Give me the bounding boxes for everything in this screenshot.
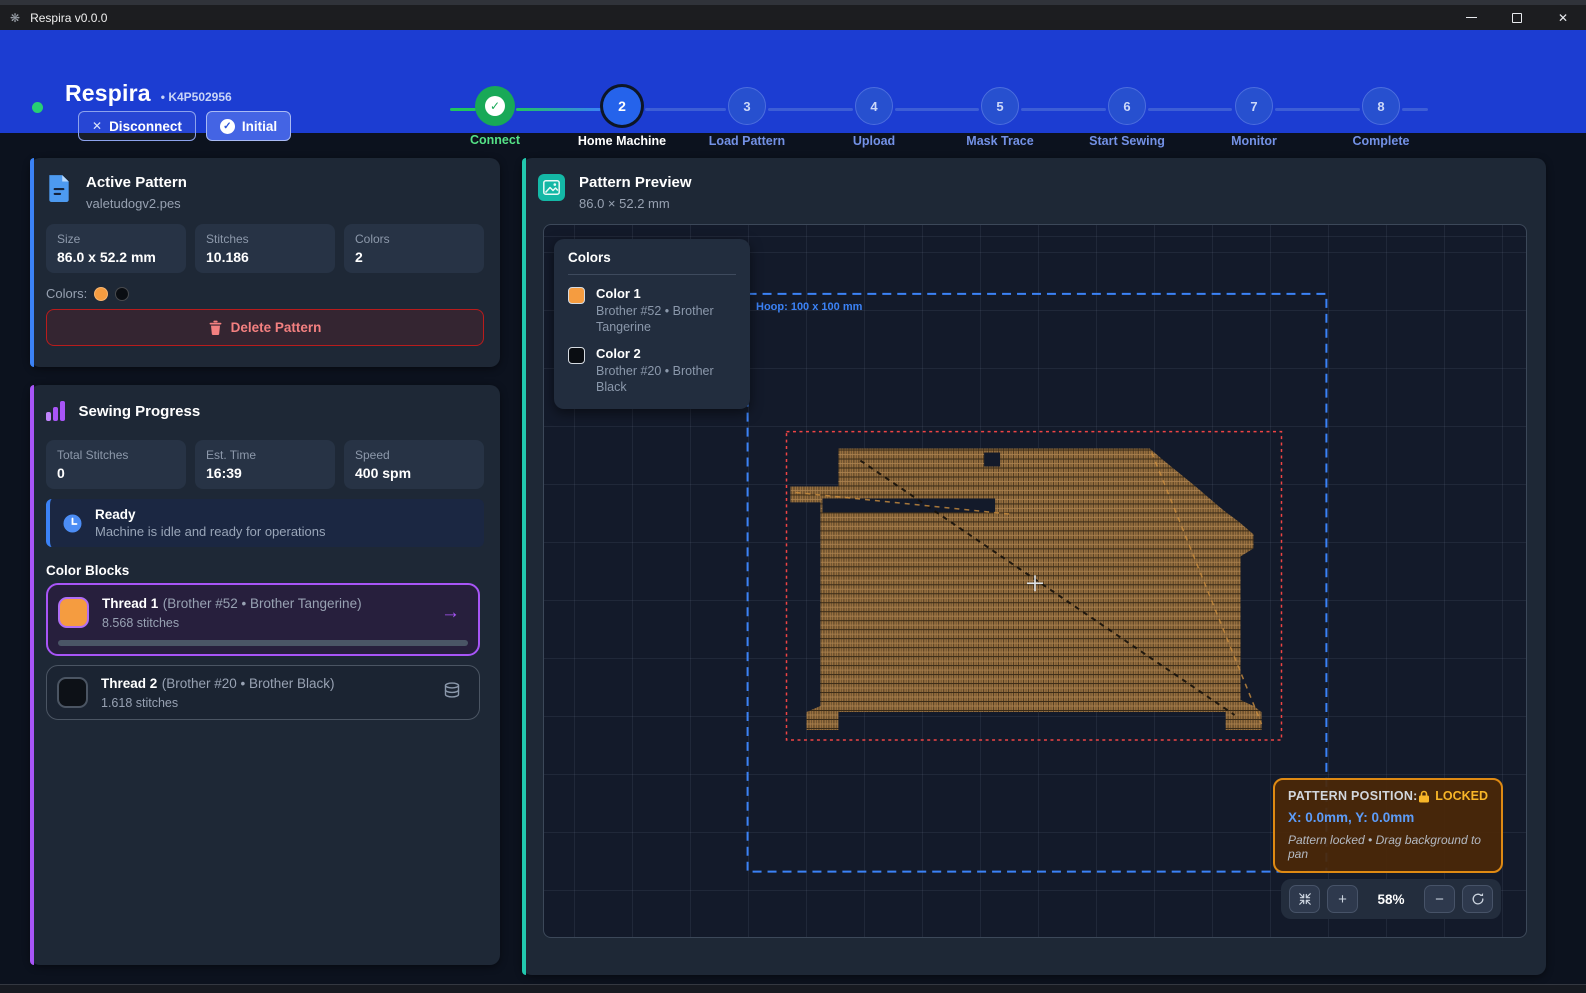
embroidery-pattern [790, 449, 1261, 730]
check-circle-icon: ✓ [220, 119, 235, 134]
center-crosshair [1027, 575, 1043, 591]
step-connect[interactable]: ✓ Connect [433, 86, 557, 147]
step-complete[interactable]: 8 Complete [1319, 86, 1443, 148]
arrow-right-icon: → [441, 602, 466, 624]
hoop-boundary [748, 294, 1327, 872]
stat-stitches: Stitches 10.186 [195, 224, 335, 273]
jump-stitch-line [860, 461, 1234, 715]
close-button[interactable]: ✕ [1540, 5, 1586, 30]
zoom-controls: + 58% − [1281, 879, 1501, 919]
step-load-pattern[interactable]: 3 Load Pattern [685, 86, 809, 148]
step-mask-trace[interactable]: 5 Mask Trace [938, 86, 1062, 148]
zoom-out-button[interactable]: − [1424, 885, 1455, 913]
pattern-lock-hint: Pattern locked • Drag background to pan [1288, 833, 1488, 861]
step-home-machine[interactable]: 2 Home Machine [560, 86, 684, 148]
layers-stack-icon [443, 681, 467, 705]
delete-pattern-button[interactable]: Delete Pattern [46, 309, 484, 346]
color-blocks-label: Color Blocks [46, 563, 129, 578]
pattern-filename: valetudogv2.pes [86, 196, 187, 211]
maximize-button[interactable] [1494, 5, 1540, 30]
pattern-dimensions: 86.0 × 52.2 mm [579, 196, 692, 211]
sewing-progress-title: Sewing Progress [79, 403, 201, 420]
active-pattern-card: Active Pattern valetudogv2.pes Size 86.0… [30, 158, 500, 367]
bar-chart-icon [46, 401, 65, 421]
titlebar: ❋ Respira v0.0.0 ✕ [0, 5, 1586, 30]
step-done-icon: ✓ [475, 86, 515, 126]
maximize-icon [1512, 13, 1522, 23]
app-header: Respira • K4P502956 ✕ Disconnect ✓ Initi… [0, 30, 1586, 133]
step-start-sewing[interactable]: 6 Start Sewing [1065, 86, 1189, 148]
jump-stitch-line [1152, 453, 1262, 724]
app-icon: ❋ [10, 11, 20, 25]
clock-icon [63, 514, 82, 533]
initial-button[interactable]: ✓ Initial [206, 111, 291, 141]
pattern-preview-card: Pattern Preview 86.0 × 52.2 mm [522, 158, 1546, 975]
background-window-strip [0, 984, 1586, 993]
machine-serial: • K4P502956 [161, 90, 232, 104]
x-icon: ✕ [92, 119, 102, 133]
fit-view-icon [1298, 892, 1312, 906]
zoom-level: 58% [1365, 892, 1417, 907]
stat-est-time: Est. Time 16:39 [195, 440, 335, 489]
locked-badge: LOCKED [1418, 789, 1488, 803]
preview-canvas[interactable]: Hoop: 100 x 100 mm Colors Color 1 Brothe… [543, 224, 1527, 938]
reset-view-button[interactable] [1462, 885, 1493, 913]
pattern-bounds [787, 432, 1282, 740]
app-window: ❋ Respira v0.0.0 ✕ Respira • K4P502956 ✕… [0, 0, 1586, 993]
disconnect-button[interactable]: ✕ Disconnect [78, 111, 196, 141]
color-swatch-orange [94, 287, 108, 301]
document-icon [46, 174, 72, 202]
thread-1-swatch [58, 597, 89, 628]
stat-size: Size 86.0 x 52.2 mm [46, 224, 186, 273]
stat-speed: Speed 400 spm [344, 440, 484, 489]
connection-status-dot [32, 102, 43, 113]
pattern-position-overlay: PATTERN POSITION: LOCKED X: 0.0mm, Y: 0.… [1273, 778, 1503, 873]
pattern-preview-title: Pattern Preview [579, 174, 692, 191]
minimize-icon [1466, 17, 1477, 19]
status-description: Machine is idle and ready for operations [95, 524, 326, 539]
pattern-colors-row: Colors: [46, 286, 129, 301]
jump-stitch-line [795, 492, 1013, 514]
thread-1-progress [58, 640, 468, 646]
legend-entry-color-1: Color 1 Brother #52 • Brother Tangerine [568, 286, 736, 335]
initial-label: Initial [242, 119, 277, 134]
stat-colors: Colors 2 [344, 224, 484, 273]
status-title: Ready [95, 507, 326, 522]
active-pattern-title: Active Pattern [86, 174, 187, 191]
step-upload[interactable]: 4 Upload [812, 86, 936, 148]
stat-total-stitches: Total Stitches 0 [46, 440, 186, 489]
pattern-coordinates: X: 0.0mm, Y: 0.0mm [1288, 810, 1488, 825]
brand-title: Respira [65, 80, 151, 107]
minimize-button[interactable] [1448, 5, 1494, 30]
thread-2-swatch [57, 677, 88, 708]
lock-icon [1418, 790, 1430, 803]
step-monitor[interactable]: 7 Monitor [1192, 86, 1316, 148]
image-icon [538, 174, 565, 201]
window-title: Respira v0.0.0 [30, 11, 107, 25]
window-controls: ✕ [1448, 5, 1586, 30]
trash-icon [209, 320, 222, 335]
thread-block-1[interactable]: Thread 1 (Brother #52 • Brother Tangerin… [46, 583, 480, 656]
thread-block-2[interactable]: Thread 2 (Brother #20 • Brother Black) 1… [46, 665, 480, 720]
hoop-label: Hoop: 100 x 100 mm [756, 301, 862, 313]
disconnect-label: Disconnect [109, 119, 182, 134]
colors-legend: Colors Color 1 Brother #52 • Brother Tan… [554, 239, 750, 409]
fit-view-button[interactable] [1289, 885, 1320, 913]
legend-swatch-1 [568, 287, 585, 304]
zoom-in-button[interactable]: + [1327, 885, 1358, 913]
color-swatch-black [115, 287, 129, 301]
refresh-icon [1471, 892, 1485, 906]
sewing-progress-card: Sewing Progress Total Stitches 0 Est. Ti… [30, 385, 500, 965]
machine-status-box: Ready Machine is idle and ready for oper… [46, 499, 484, 547]
legend-swatch-2 [568, 347, 585, 364]
legend-entry-color-2: Color 2 Brother #20 • Brother Black [568, 346, 736, 395]
